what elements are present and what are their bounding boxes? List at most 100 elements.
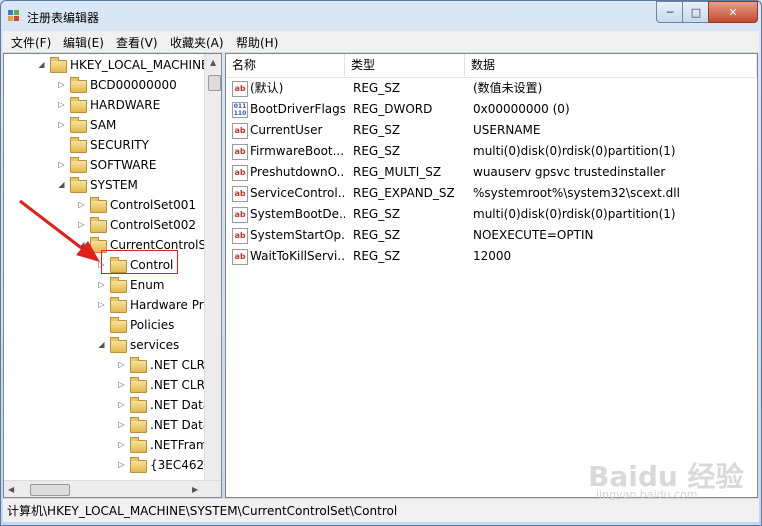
tree-node[interactable]: ▷ SAM <box>4 116 204 134</box>
folder-icon <box>90 197 107 213</box>
expand-arrow-icon[interactable]: ▷ <box>57 116 66 134</box>
cell-name: ServiceControl... <box>250 186 345 200</box>
tree-node-label: SAM <box>90 118 117 132</box>
tree-node[interactable]: ▷Hardware Profiles <box>4 296 221 314</box>
tree-node[interactable]: SECURITY <box>4 136 204 154</box>
tree-node[interactable]: ▷ .NET Data <box>4 396 210 414</box>
window-title: 注册表编辑器 <box>27 11 100 25</box>
expand-arrow-icon[interactable]: ▷ <box>117 376 126 394</box>
table-row[interactable]: 011 110 BootDriverFlags REG_DWORD 0x00000000… <box>226 99 757 120</box>
table-row[interactable]: ab FirmwareBoot... REG_SZ multi(0)disk(0)rd… <box>226 141 757 162</box>
tree-node[interactable]: ▷ .NET Data <box>4 416 210 434</box>
status-path: 计算机\HKEY_LOCAL_MACHINE\SYSTEM\CurrentCon… <box>7 504 398 518</box>
folder-icon <box>130 437 147 453</box>
tree-node[interactable]: ▷ SOFTWARE <box>4 156 204 174</box>
tree-node[interactable]: ▷ Enum <box>4 276 204 294</box>
expand-arrow-icon[interactable]: ▷ <box>117 356 126 374</box>
tree-node[interactable]: ▷.NETFramework <box>4 436 221 454</box>
minimize-button[interactable]: ─ <box>656 1 684 23</box>
table-row[interactable]: ab SystemBootDe... REG_SZ multi(0)disk(0)rd… <box>226 204 757 225</box>
maximize-button[interactable]: □ <box>682 1 710 23</box>
tree-node[interactable]: ▷ .NET CLR <box>4 356 205 374</box>
registry-values-pane[interactable]: 名称 类型 数据 ab (默认) REG_SZ (数值未设置) 011 110 BootDr… <box>225 53 758 498</box>
cell-name: PreshutdownO... <box>250 165 345 179</box>
menu-help[interactable]: 帮助(H) <box>236 34 278 51</box>
scroll-left-arrow-icon[interactable]: ◀ <box>8 485 14 494</box>
tree-node-label: .NET Data <box>150 418 211 432</box>
folder-icon <box>130 457 147 473</box>
expand-arrow-icon[interactable]: ▷ <box>77 216 86 234</box>
tree-node-label: services <box>130 338 180 352</box>
tree-node[interactable]: ◢ HKEY_LOCAL_MACHINE <box>4 56 209 74</box>
tree-vscroll-thumb[interactable] <box>208 75 221 91</box>
table-row[interactable]: ab PreshutdownO... REG_MULTI_SZ wuauserv gp… <box>226 162 757 183</box>
tree-hscroll-thumb[interactable] <box>30 484 70 496</box>
expand-arrow-icon[interactable]: ▷ <box>117 396 126 414</box>
menu-view[interactable]: 查看(V) <box>116 34 158 51</box>
expand-arrow-icon[interactable]: ▷ <box>117 456 126 474</box>
tree-node[interactable]: Policies <box>4 316 204 334</box>
tree-node[interactable]: ▷ BCD00000000 <box>4 76 204 94</box>
folder-icon <box>110 277 127 293</box>
tree-vertical-scrollbar[interactable]: ▲ <box>204 54 221 480</box>
table-row[interactable]: ab ServiceControl... REG_EXPAND_SZ %systemr… <box>226 183 757 204</box>
scroll-right-arrow-icon[interactable]: ▶ <box>192 485 198 494</box>
tree-node[interactable]: ▷ .NET CLR <box>4 376 205 394</box>
menu-edit[interactable]: 编辑(E) <box>63 34 104 51</box>
folder-icon <box>70 97 87 113</box>
collapse-arrow-icon[interactable]: ◢ <box>97 336 106 354</box>
string-value-icon: ab <box>232 228 248 244</box>
expand-arrow-icon[interactable]: ▷ <box>57 156 66 174</box>
expand-arrow-icon[interactable]: ▷ <box>97 276 106 294</box>
table-row[interactable]: ab WaitToKillServi... REG_SZ 12000 <box>226 246 757 267</box>
menu-favorites[interactable]: 收藏夹(A) <box>170 34 224 51</box>
table-row[interactable]: ab CurrentUser REG_SZ USERNAME <box>226 120 757 141</box>
tree-node[interactable]: ◢ services <box>4 336 204 354</box>
expand-arrow-icon[interactable]: ▷ <box>117 416 126 434</box>
title-bar: 注册表编辑器 ─ □ ✕ <box>1 1 761 31</box>
column-header-data[interactable]: 数据 <box>465 54 757 76</box>
tree-node-label: .NET Data <box>150 398 211 412</box>
cell-type: REG_DWORD <box>353 102 433 116</box>
collapse-arrow-icon[interactable]: ◢ <box>77 236 86 254</box>
folder-icon <box>70 117 87 133</box>
column-header-name[interactable]: 名称 <box>226 54 345 76</box>
expand-arrow-icon[interactable]: ▷ <box>117 436 126 454</box>
folder-icon <box>110 317 127 333</box>
table-row[interactable]: ab (默认) REG_SZ (数值未设置) <box>226 78 757 99</box>
close-button[interactable]: ✕ <box>708 1 758 23</box>
table-row[interactable]: ab SystemStartOp... REG_SZ NOEXECUTE=OPTIN <box>226 225 757 246</box>
tree-node[interactable]: ◢ SYSTEM <box>4 176 204 194</box>
expand-arrow-icon[interactable]: ▷ <box>57 76 66 94</box>
column-header-type[interactable]: 类型 <box>345 54 465 76</box>
cell-type: REG_SZ <box>353 81 401 95</box>
cell-data: NOEXECUTE=OPTIN <box>473 228 594 242</box>
folder-icon <box>50 57 67 73</box>
cell-type: REG_SZ <box>353 207 401 221</box>
string-value-icon: ab <box>232 81 248 97</box>
cell-data: 0x00000000 (0) <box>473 102 570 116</box>
status-bar: 计算机\HKEY_LOCAL_MACHINE\SYSTEM\CurrentCon… <box>3 498 759 522</box>
scroll-up-arrow-icon[interactable]: ▲ <box>210 58 216 67</box>
collapse-arrow-icon[interactable]: ◢ <box>57 176 66 194</box>
tree-node[interactable]: ▷ {3EC462EA <box>4 456 220 474</box>
tree-node[interactable]: ▷ ControlSet001 <box>4 196 204 214</box>
tree-horizontal-scrollbar[interactable]: ◀ ▶ <box>4 480 221 497</box>
binary-value-icon: 011 110 <box>232 102 248 118</box>
expand-arrow-icon[interactable]: ▷ <box>97 296 106 314</box>
cell-type: REG_SZ <box>353 144 401 158</box>
expand-arrow-icon[interactable]: ▷ <box>77 196 86 214</box>
expand-arrow-icon[interactable]: ▷ <box>57 96 66 114</box>
folder-icon <box>70 137 87 153</box>
tree-node-label: Policies <box>130 318 175 332</box>
tree-node[interactable]: ▷ HARDWARE <box>4 96 204 114</box>
collapse-arrow-icon[interactable]: ◢ <box>37 56 46 74</box>
registry-tree-pane[interactable]: ◢ HKEY_LOCAL_MACHINE ▷ BCD00000000 ▷ HARDWARE… <box>3 53 222 498</box>
menu-file[interactable]: 文件(F) <box>11 34 51 51</box>
tree-node[interactable]: ▷ ControlSet002 <box>4 216 204 234</box>
cell-data: USERNAME <box>473 123 541 137</box>
cell-data: (数值未设置) <box>473 81 543 95</box>
cell-name: WaitToKillServi... <box>250 249 345 263</box>
folder-icon <box>130 417 147 433</box>
cell-data: multi(0)disk(0)rdisk(0)partition(1) <box>473 144 676 158</box>
